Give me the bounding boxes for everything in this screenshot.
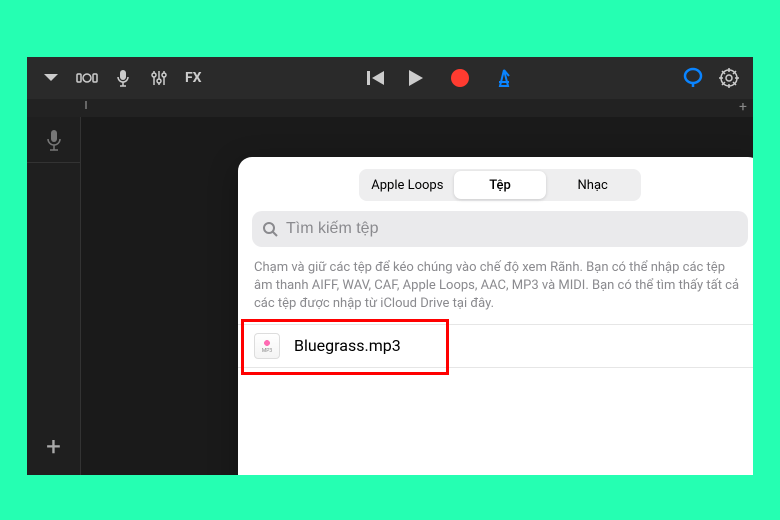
record-icon[interactable]: [440, 62, 480, 94]
metronome-icon[interactable]: [484, 62, 524, 94]
play-icon[interactable]: [396, 62, 436, 94]
view-menu-chevron-icon[interactable]: [35, 62, 67, 94]
track-mic-icon[interactable]: [27, 117, 80, 163]
rewind-icon[interactable]: [360, 62, 392, 94]
mixer-sliders-icon[interactable]: [143, 62, 175, 94]
loop-browser-icon[interactable]: [677, 62, 709, 94]
tab-files[interactable]: Tệp: [454, 171, 547, 199]
popover-arrow: [684, 157, 704, 159]
tab-music[interactable]: Nhạc: [546, 171, 639, 199]
top-toolbar: FX: [27, 57, 753, 99]
tab-apple-loops[interactable]: Apple Loops: [361, 171, 454, 199]
search-input[interactable]: [286, 220, 738, 238]
app-window: FX + +: [27, 57, 753, 475]
add-section-icon[interactable]: +: [739, 99, 747, 115]
file-browser-popover: Apple Loops Tệp Nhạc Chạm và giữ các tệp…: [238, 157, 753, 475]
browser-tabs: Apple Loops Tệp Nhạc: [359, 169, 641, 201]
help-text: Chạm và giữ các tệp để kéo chúng vào chế…: [238, 257, 753, 324]
file-list: MP3 Bluegrass.mp3: [238, 324, 753, 475]
add-track-button[interactable]: +: [27, 419, 80, 475]
audio-file-icon: MP3: [254, 333, 280, 359]
fx-button[interactable]: FX: [179, 70, 208, 86]
file-name-label: Bluegrass.mp3: [294, 336, 401, 355]
search-bar[interactable]: [252, 211, 748, 247]
file-row[interactable]: MP3 Bluegrass.mp3: [238, 324, 753, 368]
microphone-icon[interactable]: [107, 62, 139, 94]
settings-gear-icon[interactable]: [713, 62, 745, 94]
track-view-icon[interactable]: [71, 62, 103, 94]
search-icon: [262, 221, 278, 237]
ruler-bar: +: [27, 99, 753, 117]
track-column: +: [27, 117, 81, 475]
